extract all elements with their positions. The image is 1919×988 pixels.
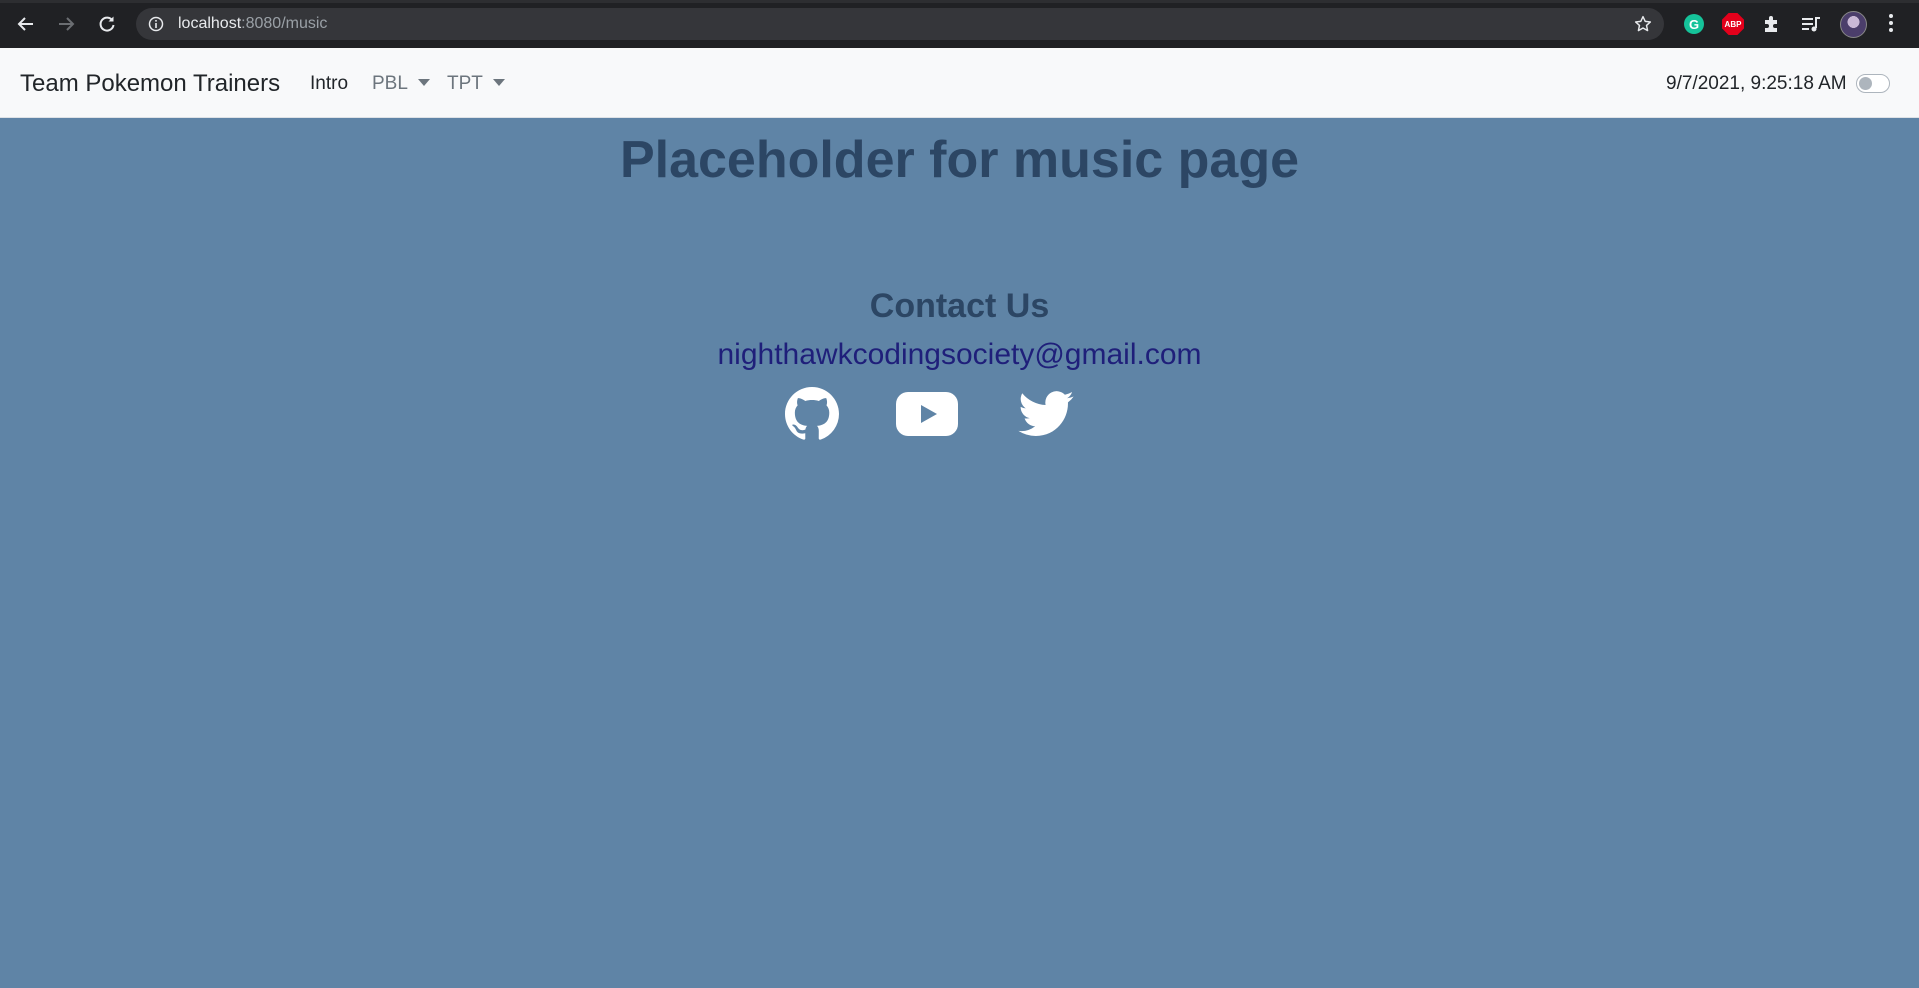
navbar-brand[interactable]: Team Pokemon Trainers: [20, 70, 280, 98]
github-icon: [785, 387, 839, 440]
profile-avatar[interactable]: [1840, 11, 1867, 38]
extensions-button[interactable]: [1760, 12, 1784, 36]
address-bar[interactable]: localhost:8080/music: [136, 8, 1664, 40]
page-title: Placeholder for music page: [619, 131, 1300, 189]
caret-down-icon: [492, 79, 505, 86]
dark-mode-toggle[interactable]: [1856, 74, 1890, 93]
url-text[interactable]: localhost:8080/music: [178, 15, 327, 33]
nav-link-intro[interactable]: Intro: [310, 73, 348, 95]
current-datetime: 9/7/2021, 9:25:18 AM: [1666, 73, 1847, 94]
contact-email-row: nighthawkcodingsociety@gmail.com: [0, 338, 1919, 372]
nav-link-label: PBL: [372, 73, 408, 94]
browser-toolbar: localhost:8080/music G ABP: [0, 0, 1919, 48]
contact-heading: Contact Us: [869, 287, 1050, 325]
tab-strip-edge: [0, 0, 1919, 3]
twitter-icon: [1018, 391, 1074, 436]
bookmark-star-icon[interactable]: [1634, 15, 1652, 33]
youtube-link[interactable]: [896, 386, 958, 442]
caret-down-icon: [417, 79, 430, 86]
reload-icon: [99, 16, 115, 32]
media-controls-button[interactable]: [1799, 12, 1823, 36]
browser-menu-icon[interactable]: [1888, 14, 1894, 34]
forward-arrow-icon: [59, 17, 75, 31]
playlist-icon: [1802, 17, 1820, 32]
back-button[interactable]: [14, 12, 38, 36]
nav-link-label: TPT: [447, 73, 483, 94]
contact-email-link[interactable]: nighthawkcodingsociety@gmail.com: [717, 338, 1201, 371]
nav-dropdown-pbl[interactable]: PBL: [372, 73, 430, 95]
github-link[interactable]: [784, 386, 840, 442]
puzzle-icon: [1765, 16, 1777, 32]
site-navbar: Team Pokemon Trainers Intro PBL TPT 9/7/…: [0, 48, 1919, 118]
youtube-icon: [896, 392, 958, 436]
forward-button[interactable]: [54, 12, 78, 36]
back-arrow-icon: [17, 17, 33, 31]
grammarly-icon: G: [1684, 14, 1704, 34]
twitter-link[interactable]: [1017, 386, 1075, 442]
adblock-extension[interactable]: ABP: [1721, 12, 1745, 36]
url-path: :8080/music: [241, 15, 328, 32]
toggle-knob: [1859, 77, 1872, 90]
nav-dropdown-tpt[interactable]: TPT: [447, 73, 505, 95]
grammarly-extension[interactable]: G: [1682, 12, 1706, 36]
url-host: localhost: [178, 15, 242, 32]
nav-link-label: Intro: [310, 73, 349, 94]
site-info-icon[interactable]: [148, 16, 164, 32]
adblock-icon: ABP: [1722, 13, 1744, 35]
reload-button[interactable]: [95, 12, 119, 36]
